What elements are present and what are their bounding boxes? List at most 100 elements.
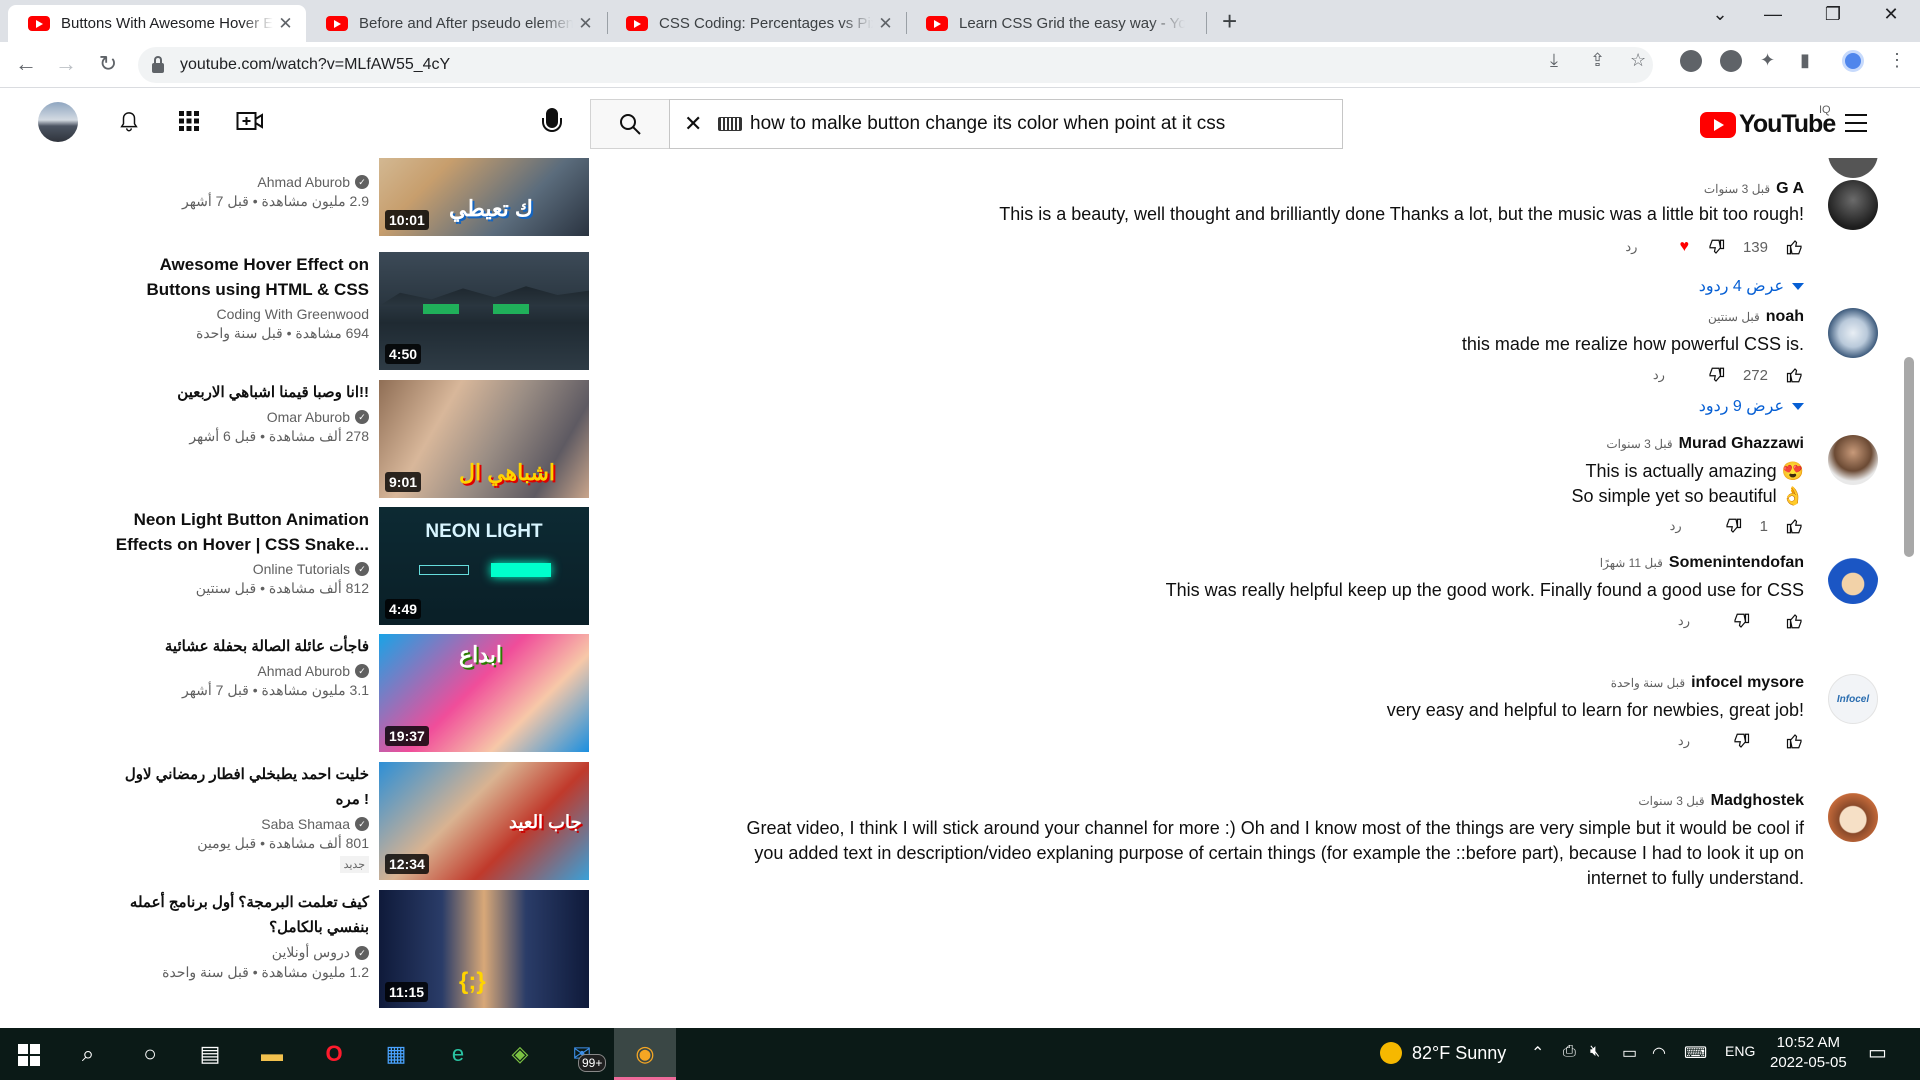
- comment-avatar[interactable]: [1828, 308, 1878, 358]
- address-bar[interactable]: youtube.com/watch?v=MLfAW55_4cY: [138, 47, 1653, 83]
- view-replies-button[interactable]: عرض 9 ردود: [1699, 396, 1804, 416]
- video-title[interactable]: انا وصبا قيمنا اشباهي الاربعين!!: [109, 380, 369, 405]
- search-query-text[interactable]: how to malke button change its color whe…: [750, 113, 1225, 135]
- lock-icon[interactable]: [152, 55, 164, 73]
- related-video-item[interactable]: اشباهي ال 9:01 انا وصبا قيمنا اشباهي الا…: [0, 380, 600, 500]
- meet-now-icon[interactable]: ⎙: [1563, 1043, 1576, 1061]
- channel-name[interactable]: Omar Aburob ✓: [109, 409, 369, 425]
- comment-author[interactable]: Murad Ghazzawi: [1679, 435, 1804, 453]
- browser-tab-1[interactable]: Before and After pseudo elements ✕: [306, 5, 606, 42]
- comment-avatar[interactable]: [1828, 554, 1878, 604]
- video-thumbnail[interactable]: جاب العيد 12:34: [379, 762, 589, 880]
- youtube-logo[interactable]: YouTube: [1700, 110, 1836, 139]
- related-video-item[interactable]: ابداع 19:37 فاجأت عائلة الصالة بحفلة عشا…: [0, 634, 600, 754]
- comment-author[interactable]: infocel mysore: [1691, 674, 1804, 692]
- channel-name[interactable]: Ahmad Aburob ✓: [109, 174, 369, 190]
- browser-menu-icon[interactable]: ⋮: [1888, 50, 1906, 71]
- reload-icon[interactable]: ↻: [94, 51, 122, 77]
- url-text[interactable]: youtube.com/watch?v=MLfAW55_4cY: [180, 56, 450, 74]
- comment-avatar[interactable]: Infocel: [1828, 674, 1878, 724]
- install-icon[interactable]: ⤓: [1550, 50, 1558, 71]
- video-title[interactable]: كيف تعلمت البرمجة؟ أول برنامج أعمله بنفس…: [109, 890, 369, 940]
- channel-name[interactable]: Ahmad Aburob ✓: [109, 663, 369, 679]
- dislike-thumb-down-icon[interactable]: [1707, 366, 1725, 384]
- browser-tab-2[interactable]: CSS Coding: Percentages vs Pixels ✕: [606, 5, 906, 42]
- comment-author[interactable]: G A: [1776, 180, 1804, 198]
- video-thumbnail[interactable]: ك تعيطي 10:01: [379, 158, 589, 236]
- comment-avatar[interactable]: [1828, 180, 1878, 230]
- tab-close-icon[interactable]: ✕: [877, 14, 894, 34]
- back-icon[interactable]: ←: [12, 51, 40, 77]
- related-video-item[interactable]: {;} 11:15 كيف تعلمت البرمجة؟ أول برنامج …: [0, 890, 600, 1010]
- file-explorer-icon[interactable]: ▬: [256, 1038, 288, 1070]
- windows-start-icon[interactable]: [18, 1044, 40, 1066]
- battery-icon[interactable]: ▭: [1622, 1043, 1637, 1063]
- tab-search-chevron-icon[interactable]: ⌄: [1700, 4, 1740, 25]
- comment-time[interactable]: قبل 11 شهرًا: [1600, 556, 1663, 570]
- video-thumbnail[interactable]: {;} 11:15: [379, 890, 589, 1008]
- account-avatar[interactable]: [38, 102, 78, 142]
- reply-button[interactable]: رد: [1653, 367, 1665, 383]
- profile-avatar[interactable]: [1842, 50, 1864, 72]
- voice-search-mic-icon[interactable]: [542, 108, 562, 132]
- channel-name[interactable]: Online Tutorials ✓: [109, 561, 369, 577]
- maximize-icon[interactable]: ❐: [1813, 4, 1853, 25]
- video-title[interactable]: فاجأت عائلة الصالة بحفلة عشائية: [109, 634, 369, 659]
- like-thumb-up-icon[interactable]: [1786, 612, 1804, 630]
- close-window-icon[interactable]: ✕: [1871, 4, 1911, 25]
- clear-search-icon[interactable]: ✕: [684, 111, 706, 137]
- android-studio-icon[interactable]: ◈: [504, 1038, 536, 1070]
- comment-time[interactable]: قبل 3 سنوات: [1638, 794, 1704, 808]
- related-video-item[interactable]: 4:50 Awesome Hover Effect on Buttons usi…: [0, 252, 600, 372]
- opera-browser-icon[interactable]: O: [318, 1038, 350, 1070]
- reply-button[interactable]: رد: [1625, 239, 1637, 255]
- weather-widget[interactable]: 82°F Sunny: [1380, 1042, 1506, 1064]
- view-replies-button[interactable]: عرض 4 ردود: [1699, 276, 1804, 296]
- cortana-circle-icon[interactable]: ○: [134, 1038, 166, 1070]
- guide-menu-icon[interactable]: [1845, 114, 1867, 132]
- dislike-thumb-down-icon[interactable]: [1707, 238, 1725, 256]
- reply-button[interactable]: رد: [1670, 518, 1682, 534]
- reply-button[interactable]: رد: [1678, 613, 1690, 629]
- volume-muted-icon[interactable]: 🔇︎: [1590, 1043, 1600, 1061]
- comment-time[interactable]: قبل 3 سنوات: [1606, 437, 1672, 451]
- comment-author[interactable]: noah: [1766, 308, 1804, 326]
- related-video-item[interactable]: جاب العيد 12:34 خليت احمد يطبخلي افطار ر…: [0, 762, 600, 882]
- chrome-canary-icon[interactable]: ◉: [629, 1038, 661, 1070]
- comment-author[interactable]: Somenintendofan: [1669, 554, 1804, 572]
- extensions-puzzle-icon[interactable]: ✦: [1760, 50, 1775, 71]
- video-title[interactable]: خليت احمد يطبخلي افطار رمضاني لاول مره !: [109, 762, 369, 812]
- like-thumb-up-icon[interactable]: [1786, 366, 1804, 384]
- video-title[interactable]: Neon Light Button Animation Effects on H…: [109, 507, 369, 557]
- like-thumb-up-icon[interactable]: [1786, 517, 1804, 535]
- create-video-icon[interactable]: [236, 109, 264, 133]
- page-scrollbar-thumb[interactable]: [1904, 357, 1914, 557]
- notifications-bell-icon[interactable]: [118, 110, 140, 134]
- tab-close-icon[interactable]: ✕: [577, 14, 594, 34]
- like-thumb-up-icon[interactable]: [1786, 238, 1804, 256]
- minimize-icon[interactable]: —: [1753, 4, 1793, 25]
- action-center-icon[interactable]: ▭: [1868, 1040, 1887, 1065]
- page-scrollbar-track[interactable]: [1900, 158, 1920, 1028]
- dislike-thumb-down-icon[interactable]: [1732, 612, 1750, 630]
- forward-icon[interactable]: →: [52, 51, 80, 77]
- channel-name[interactable]: Coding With Greenwood: [109, 306, 369, 322]
- video-thumbnail[interactable]: NEON LIGHT 4:49: [379, 507, 589, 625]
- extension-bolt-icon[interactable]: [1720, 50, 1742, 72]
- edge-browser-icon[interactable]: e: [442, 1038, 474, 1070]
- input-language[interactable]: ENG: [1725, 1043, 1755, 1059]
- extension-c-icon[interactable]: [1680, 50, 1702, 72]
- channel-name[interactable]: دروس أونلاين ✓: [109, 944, 369, 961]
- dislike-thumb-down-icon[interactable]: [1732, 732, 1750, 750]
- related-video-item[interactable]: NEON LIGHT 4:49 Neon Light Button Animat…: [0, 507, 600, 627]
- apps-grid-icon[interactable]: [178, 110, 200, 132]
- dislike-thumb-down-icon[interactable]: [1724, 517, 1742, 535]
- comment-time[interactable]: قبل 3 سنوات: [1704, 182, 1770, 196]
- related-video-item[interactable]: ك تعيطي 10:01 Ahmad Aburob ✓ 2.9 مليون مش…: [0, 158, 600, 238]
- reply-button[interactable]: رد: [1678, 733, 1690, 749]
- touch-keyboard-icon[interactable]: ⌨: [1684, 1043, 1707, 1063]
- video-thumbnail[interactable]: اشباهي ال 9:01: [379, 380, 589, 498]
- comment-time[interactable]: قبل سنة واحدة: [1611, 676, 1685, 690]
- video-title[interactable]: Awesome Hover Effect on Buttons using HT…: [109, 252, 369, 302]
- browser-tab-3[interactable]: Learn CSS Grid the easy way - YouTube: [906, 5, 1206, 42]
